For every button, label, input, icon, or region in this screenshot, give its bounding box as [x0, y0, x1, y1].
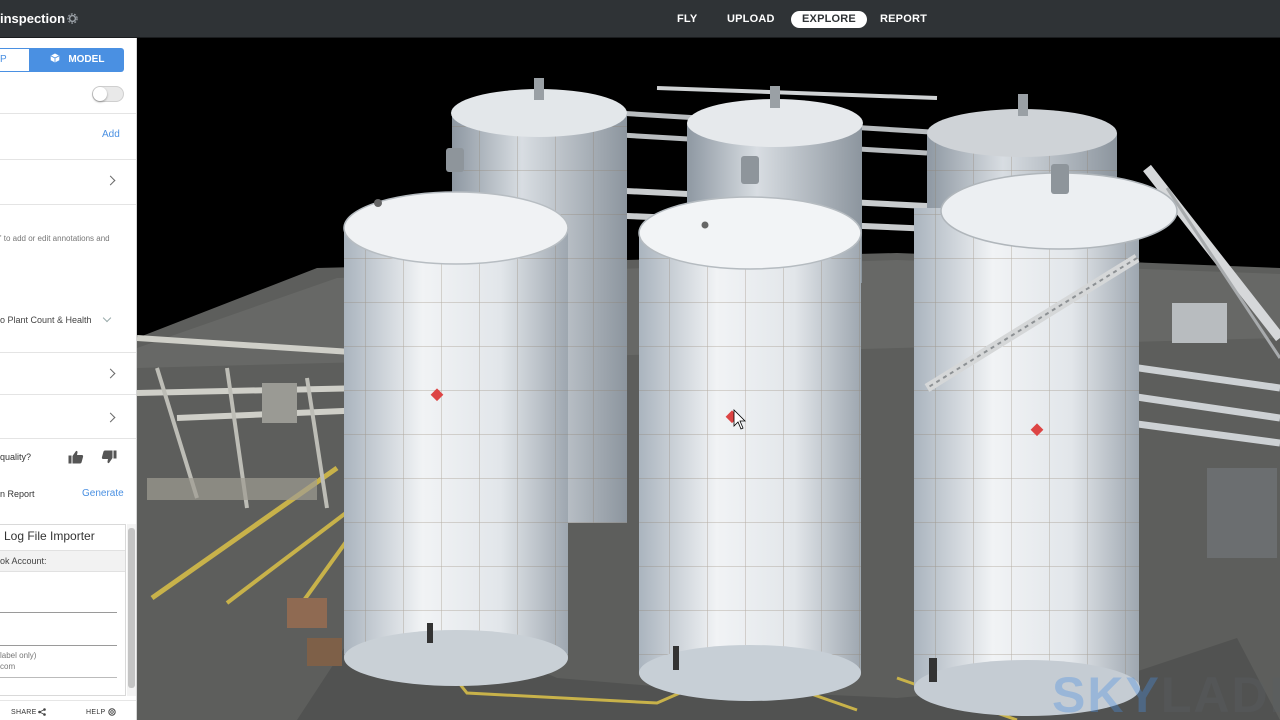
divider [0, 159, 136, 160]
model-view-button[interactable]: MODEL [30, 48, 124, 72]
expand-chevron-icon[interactable] [105, 368, 116, 379]
help-button[interactable]: HELP [86, 709, 106, 716]
account-label: ok Account: [0, 550, 125, 572]
divider [0, 204, 136, 205]
project-title: inspection [0, 11, 66, 26]
share-icon[interactable] [38, 708, 46, 716]
add-link[interactable]: Add [102, 129, 120, 140]
top-navigation-bar: inspection FLY UPLOAD EXPLORE REPORT [0, 0, 1280, 38]
divider [0, 394, 136, 395]
expand-chevron-icon[interactable] [105, 412, 116, 423]
account-input-field[interactable] [0, 612, 117, 613]
log-file-importer-panel: Log File Importer ok Account: label only… [0, 524, 126, 696]
email-input-field[interactable] [0, 677, 117, 678]
divider [0, 352, 136, 353]
importer-scrollbar-thumb[interactable] [128, 528, 135, 688]
nav-tab-upload[interactable]: UPLOAD [716, 11, 786, 28]
nav-tab-explore[interactable]: EXPLORE [791, 11, 867, 28]
share-label: SHARE [11, 709, 37, 716]
expand-chevron-icon[interactable] [105, 175, 116, 186]
label-hint-text: label only) [0, 651, 37, 660]
watermark-sky: SKY [1052, 667, 1161, 720]
importer-title: Log File Importer [4, 529, 95, 543]
model-view-label: MODEL [68, 54, 105, 65]
panel-footer: SHARE HELP [0, 700, 136, 720]
skyladder-watermark: SKYLADDER [1052, 666, 1280, 720]
divider [0, 113, 136, 114]
nav-tab-fly[interactable]: FLY [666, 11, 708, 28]
report-label: n Report [0, 489, 35, 499]
toggle-knob [93, 87, 107, 101]
account-label-text: ok Account: [0, 556, 47, 566]
watermark-ladder: LADDER [1160, 667, 1280, 720]
3d-model-viewport[interactable]: SKYLADDER [137, 38, 1280, 720]
help-lifebuoy-icon[interactable] [108, 708, 116, 716]
share-button[interactable]: SHARE [11, 709, 37, 716]
silo-3d-model[interactable] [137, 38, 1280, 720]
cube-icon [50, 53, 59, 63]
label-input-field[interactable] [0, 645, 117, 646]
annotation-hint-text: ' to add or edit annotations and [0, 234, 110, 243]
view-toggle-left-label: P [0, 54, 7, 65]
generate-report-link[interactable]: Generate [82, 488, 124, 499]
divider [0, 438, 136, 439]
thumbs-up-icon[interactable] [68, 450, 84, 464]
view-toggle-left-button[interactable]: P [0, 48, 30, 72]
quality-question: quality? [0, 452, 32, 462]
nav-tab-report[interactable]: REPORT [869, 11, 938, 28]
help-label: HELP [86, 709, 106, 716]
settings-gear-icon[interactable] [67, 13, 78, 24]
email-hint-text: com [0, 662, 16, 671]
thumbs-down-icon[interactable] [101, 450, 117, 464]
plant-count-dropdown-label[interactable]: o Plant Count & Health [0, 315, 92, 325]
left-panel: P MODEL Add ' to add or edit annotations… [0, 38, 137, 720]
chevron-down-icon[interactable] [102, 313, 112, 323]
layer-toggle-switch[interactable] [92, 86, 124, 102]
